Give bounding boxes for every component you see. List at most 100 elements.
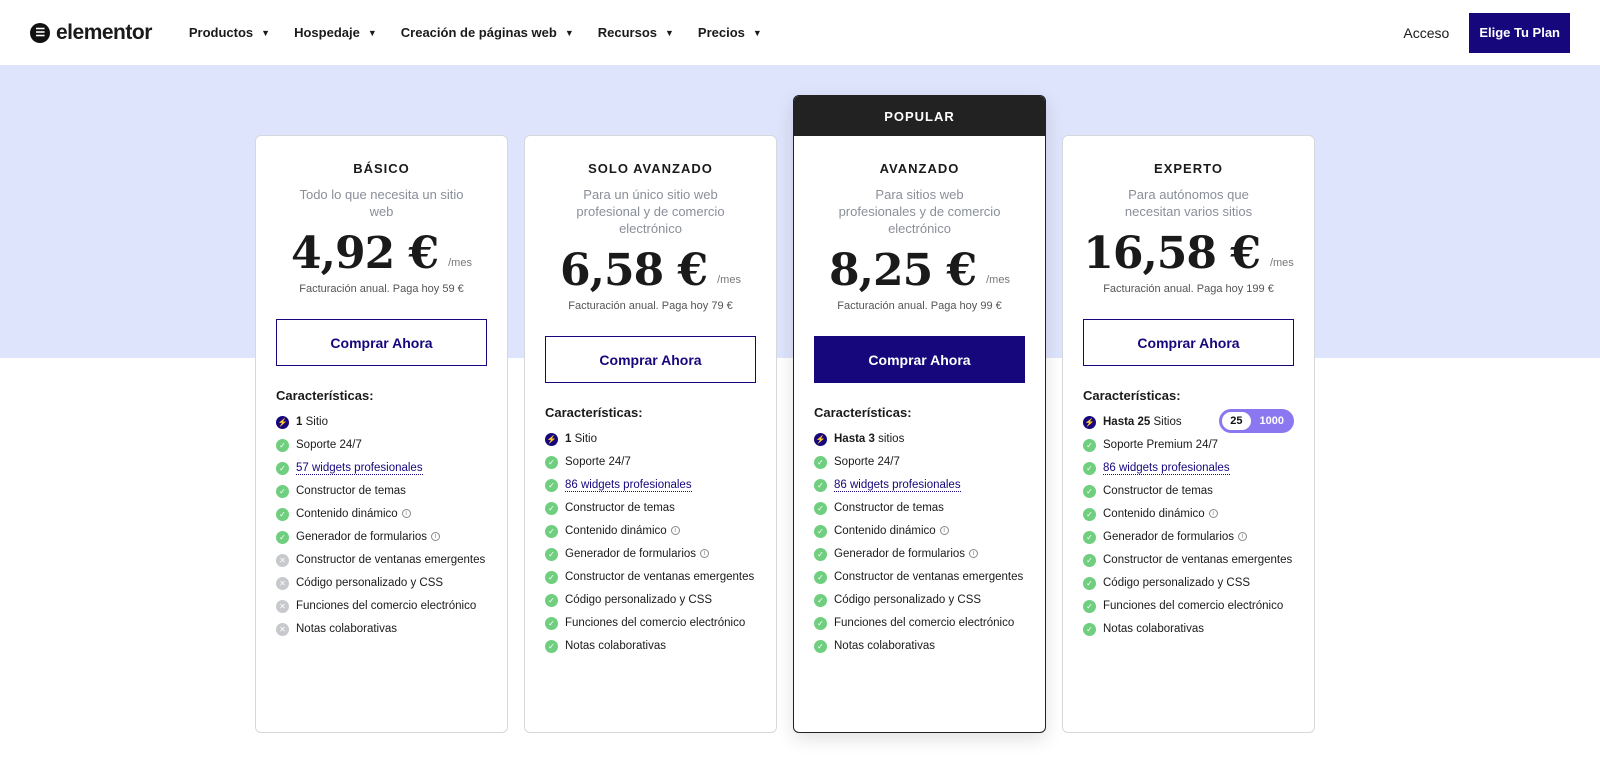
feature-label: Notas colaborativas [1103, 623, 1204, 635]
sites-toggle-option-1000[interactable]: 1000 [1252, 412, 1292, 431]
plan-name: EXPERTO [1154, 161, 1223, 176]
feature-item: ✓ Constructor de ventanas emergentes [814, 568, 1025, 587]
feature-count: Hasta 25 [1103, 416, 1151, 428]
info-icon[interactable]: i [700, 549, 710, 559]
check-icon: ✓ [814, 456, 827, 469]
widgets-link[interactable]: 86 widgets profesionales [834, 479, 961, 492]
menu-item-label: Recursos [597, 25, 657, 40]
check-icon: ✓ [1083, 577, 1096, 590]
price-row: 16,58 € /mes [1083, 228, 1294, 279]
feature-label: Funciones del comercio electrónico [1103, 600, 1284, 612]
info-icon[interactable]: i [1208, 509, 1218, 519]
buy-now-button[interactable]: Comprar Ahora [814, 336, 1025, 383]
elementor-logo[interactable]: ☰ elementor [30, 21, 152, 45]
feature-text: Constructor de ventanas emergentes [834, 568, 1023, 587]
menu-item-2[interactable]: Creación de páginas web ▼ [401, 25, 574, 40]
feature-item: ✓ Generador de formularios i [1083, 528, 1294, 547]
feature-label: Contenido dinámico [834, 525, 936, 537]
feature-text: Código personalizado y CSS [296, 574, 443, 593]
check-icon: ✓ [545, 640, 558, 653]
buy-now-button[interactable]: Comprar Ahora [1083, 319, 1294, 366]
check-icon: ✓ [276, 508, 289, 521]
plan-card-3: EXPERTO Para autónomos que necesitan vari… [1062, 135, 1315, 733]
login-link[interactable]: Acceso [1403, 25, 1449, 41]
top-nav: ☰ elementor Productos ▼ Hospedaje ▼ Creación… [0, 0, 1600, 65]
feature-item: ✓ Contenido dinámico i [276, 505, 487, 524]
feature-item: ✓ Funciones del comercio electrónico [814, 614, 1025, 633]
choose-plan-button[interactable]: Elige Tu Plan [1469, 12, 1570, 53]
feature-item: ✓ Soporte 24/7 [814, 453, 1025, 472]
feature-label: Sitios [1153, 416, 1182, 428]
widgets-link[interactable]: 86 widgets profesionales [565, 479, 692, 492]
feature-item: ✓ Soporte Premium 24/7 [1083, 436, 1294, 455]
feature-label: Notas colaborativas [565, 640, 666, 652]
menu-item-1[interactable]: Hospedaje ▼ [294, 25, 377, 40]
feature-text: Generador de formularios i [834, 545, 979, 564]
menu-item-label: Productos [188, 25, 254, 40]
buy-now-button[interactable]: Comprar Ahora [276, 319, 487, 366]
plan-name: AVANZADO [879, 161, 960, 176]
cross-icon: ✕ [276, 577, 289, 590]
plan-price: 4,92 € [291, 228, 439, 279]
billing-note: Facturación anual. Paga hoy 199 € [1103, 283, 1274, 295]
feature-text: Contenido dinámico i [1103, 505, 1218, 524]
menu-item-3[interactable]: Recursos ▼ [598, 25, 674, 40]
feature-label: Contenido dinámico [1103, 508, 1205, 520]
widgets-link[interactable]: 57 widgets profesionales [296, 462, 423, 475]
sites-toggle-option-25[interactable]: 25 [1221, 411, 1252, 431]
billing-note: Facturación anual. Paga hoy 99 € [837, 300, 1002, 312]
check-icon: ✓ [545, 502, 558, 515]
feature-label: Soporte 24/7 [565, 456, 631, 468]
feature-text: Notas colaborativas [296, 620, 397, 639]
widgets-link[interactable]: 86 widgets profesionales [1103, 462, 1230, 475]
info-icon[interactable]: i [670, 526, 680, 536]
feature-item: ✓ Código personalizado y CSS [814, 591, 1025, 610]
menu-item-4[interactable]: Precios ▼ [698, 25, 762, 40]
feature-item: ✓ Notas colaborativas [545, 637, 756, 656]
info-icon[interactable]: i [401, 509, 411, 519]
feature-item: ✓ Generador de formularios i [814, 545, 1025, 564]
feature-label: Soporte 24/7 [834, 456, 900, 468]
info-icon[interactable]: i [969, 549, 979, 559]
feature-label: Constructor de ventanas emergentes [1103, 554, 1293, 566]
logo-text: elementor [56, 20, 152, 44]
info-icon[interactable]: i [1238, 532, 1248, 542]
feature-text: Notas colaborativas [565, 637, 666, 656]
feature-item: ⚡ 1 Sitio [545, 430, 756, 449]
feature-item: ✓ Constructor de temas [1083, 482, 1294, 501]
feature-text: Constructor de temas [834, 499, 944, 518]
bolt-icon: ⚡ [545, 433, 558, 446]
elementor-logo-icon: ☰ [30, 22, 50, 43]
plan-name: BÁSICO [353, 161, 410, 176]
feature-item: ✓ 86 widgets profesionales [1083, 459, 1294, 478]
feature-item: ✓ Constructor de ventanas emergentes [545, 568, 756, 587]
bolt-icon: ⚡ [1083, 416, 1096, 429]
check-icon: ✓ [1083, 508, 1096, 521]
feature-item: ✓ Constructor de temas [545, 499, 756, 518]
features-title: Características: [276, 388, 374, 403]
feature-text: Notas colaborativas [834, 637, 935, 656]
check-icon: ✓ [545, 548, 558, 561]
feature-text: Funciones del comercio electrónico [1103, 597, 1283, 616]
feature-label: Soporte Premium 24/7 [1103, 439, 1219, 451]
cross-icon: ✕ [276, 600, 289, 613]
billing-note: Facturación anual. Paga hoy 59 € [299, 283, 464, 295]
feature-text: Constructor de temas [1103, 482, 1213, 501]
feature-item: ✓ Constructor de temas [814, 499, 1025, 518]
check-icon: ✓ [276, 485, 289, 498]
feature-label: Sitio [305, 416, 328, 428]
feature-item: ⚡ Hasta 3 sitios [814, 430, 1025, 449]
check-icon: ✓ [545, 525, 558, 538]
feature-text: Hasta 25 Sitios [1103, 413, 1182, 432]
menu-item-0[interactable]: Productos ▼ [189, 25, 270, 40]
feature-text: Generador de formularios i [1103, 528, 1248, 547]
feature-item: ✓ Contenido dinámico i [814, 522, 1025, 541]
info-icon[interactable]: i [939, 526, 949, 536]
buy-now-button[interactable]: Comprar Ahora [545, 336, 756, 383]
plan-card-body: AVANZADO Para sitios web profesionales y … [794, 161, 1045, 656]
info-icon[interactable]: i [431, 532, 441, 542]
sites-toggle[interactable]: 25 1000 [1219, 409, 1294, 433]
feature-label: Funciones del comercio electrónico [834, 617, 1015, 629]
billing-note: Facturación anual. Paga hoy 79 € [568, 300, 733, 312]
feature-text: Funciones del comercio electrónico [565, 614, 745, 633]
